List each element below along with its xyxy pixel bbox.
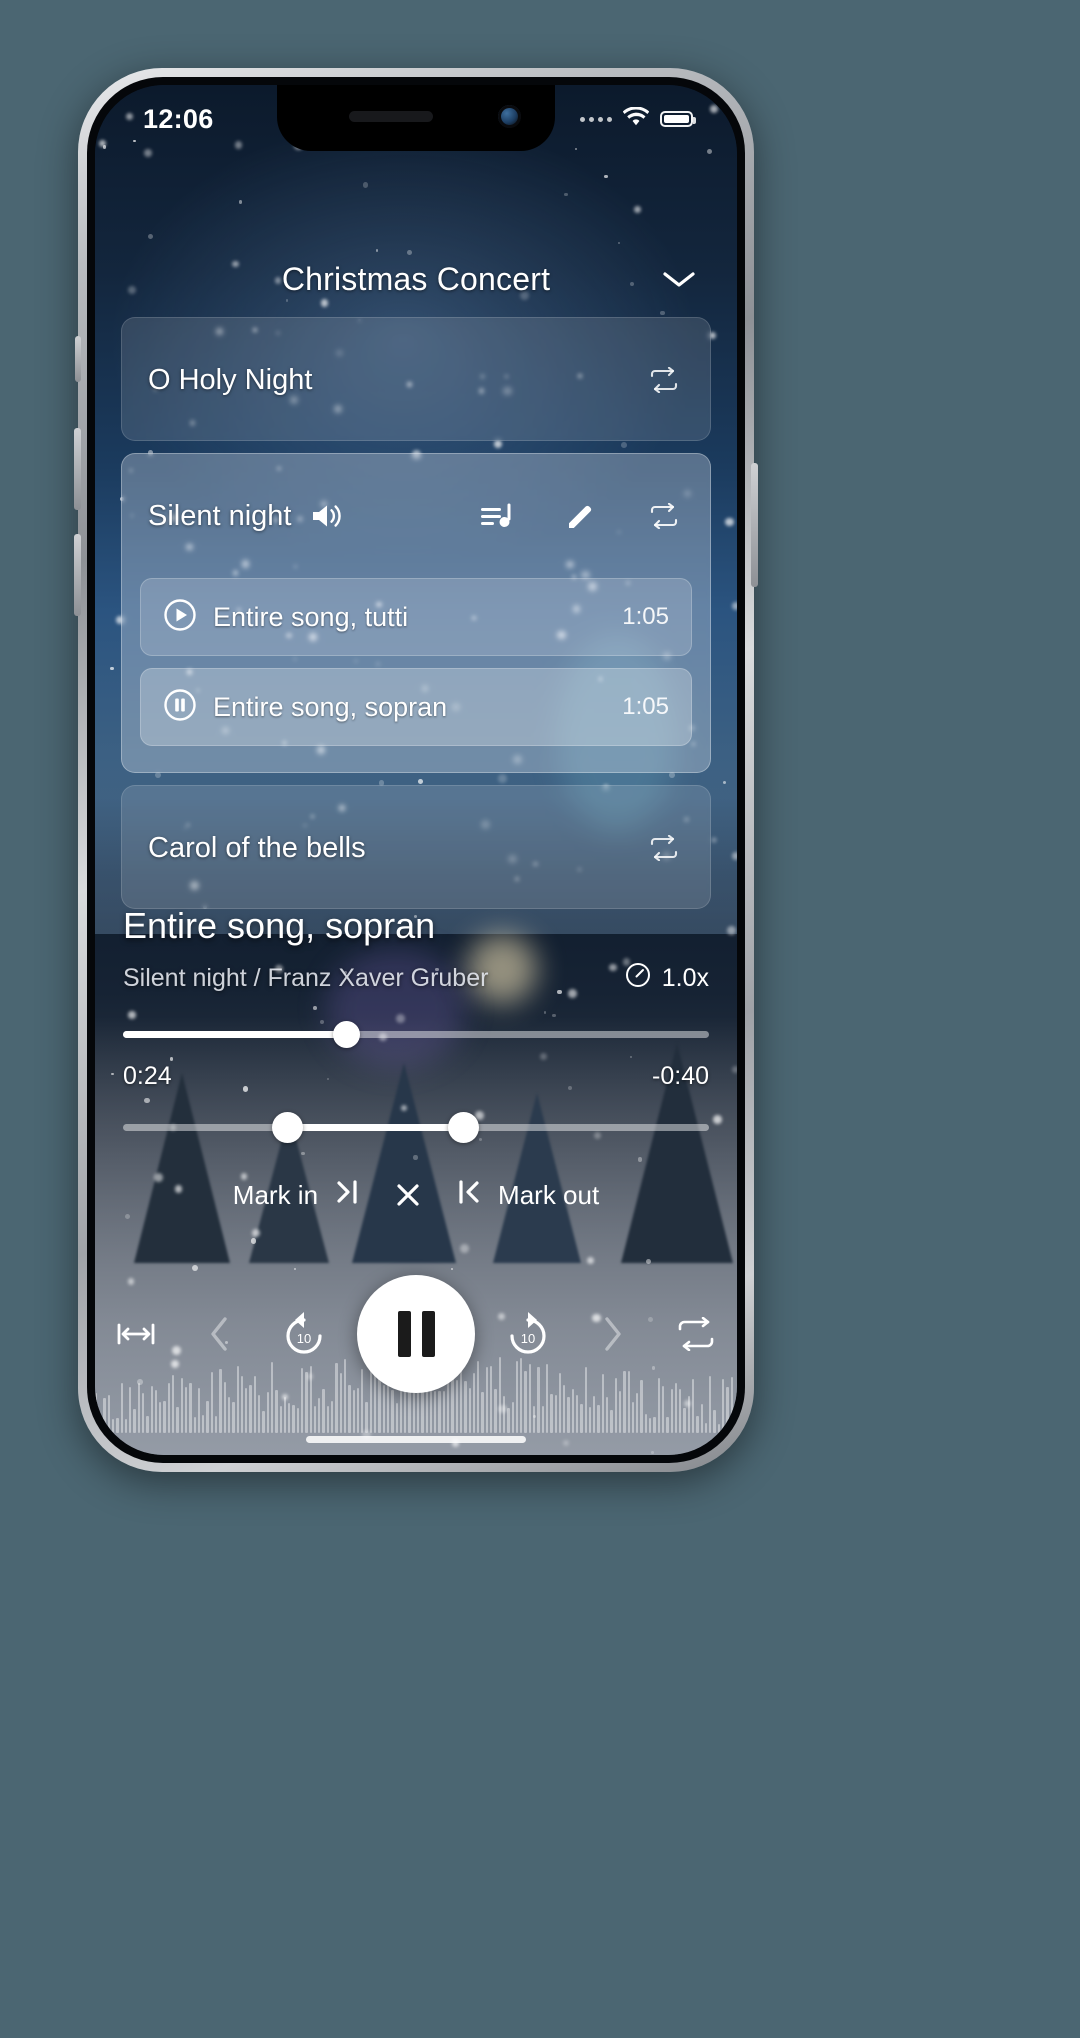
now-playing-meta: Silent night / Franz Xaver Gruber 1.0x <box>123 961 709 996</box>
clear-marks-button[interactable] <box>388 1175 428 1215</box>
pause-icon <box>397 1311 435 1357</box>
song-title: Carol of the bells <box>148 831 366 864</box>
next-track-button[interactable] <box>581 1303 643 1365</box>
track-duration: 1:05 <box>622 693 669 720</box>
range-start-handle[interactable] <box>272 1112 304 1143</box>
cellular-dots-icon <box>580 116 612 122</box>
song-title: Silent night <box>148 499 292 532</box>
track-label: Entire song, tutti <box>213 601 409 632</box>
seek-handle[interactable] <box>332 1021 360 1048</box>
mark-out-icon <box>454 1178 484 1213</box>
status-indicators <box>580 106 696 131</box>
now-playing-title: Entire song, sopran <box>123 905 436 946</box>
song-actions <box>476 496 684 536</box>
volume-down-button[interactable] <box>74 534 81 616</box>
phone-bezel: 12:06 Christmas Concert O Holy Night Sil… <box>87 77 745 1463</box>
wifi-icon <box>622 106 650 131</box>
remaining-time: -0:40 <box>652 1062 709 1090</box>
song-header[interactable]: Silent night <box>122 454 710 578</box>
mark-out-label: Mark out <box>498 1179 600 1210</box>
song-actions <box>644 360 684 400</box>
song-card-o-holy-night[interactable]: O Holy Night <box>121 317 711 441</box>
mark-in-icon <box>332 1178 362 1213</box>
speedometer-icon <box>624 961 652 996</box>
phone-screen: 12:06 Christmas Concert O Holy Night Sil… <box>95 85 737 1455</box>
forward-10-icon[interactable]: 10 <box>497 1303 559 1365</box>
fit-to-range-icon[interactable] <box>105 1303 167 1365</box>
mark-in-label: Mark in <box>232 1179 319 1210</box>
play-pause-button[interactable] <box>357 1275 475 1393</box>
volume-up-button[interactable] <box>74 428 81 510</box>
repeat-icon[interactable] <box>644 360 684 400</box>
track-label: Entire song, sopran <box>213 691 448 722</box>
track-row[interactable]: Entire song, sopran 1:05 <box>140 668 692 746</box>
replay-10-icon[interactable]: 10 <box>273 1303 335 1365</box>
pause-circle-icon[interactable] <box>163 688 197 727</box>
repeat-icon[interactable] <box>644 496 684 536</box>
earpiece-speaker <box>349 111 433 122</box>
phone-frame: 12:06 Christmas Concert O Holy Night Sil… <box>74 68 758 1472</box>
mark-out-button[interactable]: Mark out <box>454 1178 599 1213</box>
playback-speed-button[interactable]: 1.0x <box>624 961 709 996</box>
elapsed-time: 0:24 <box>123 1062 172 1090</box>
range-end-handle[interactable] <box>447 1112 479 1143</box>
trim-range-slider[interactable] <box>123 1111 709 1145</box>
app-content: Christmas Concert O Holy Night Silent ni… <box>95 85 737 1455</box>
front-camera <box>498 105 521 128</box>
home-indicator[interactable] <box>306 1436 526 1443</box>
power-button[interactable] <box>751 463 758 587</box>
track-row[interactable]: Entire song, tutti 1:05 <box>140 578 692 656</box>
song-header[interactable]: O Holy Night <box>122 318 710 442</box>
time-row: 0:24 -0:40 <box>123 1062 709 1091</box>
pencil-icon[interactable] <box>560 496 600 536</box>
page-title: Christmas Concert <box>281 260 551 297</box>
song-actions <box>644 828 684 868</box>
battery-full-icon <box>660 111 696 127</box>
playback-speed-label: 1.0x <box>661 964 709 992</box>
mark-in-button[interactable]: Mark in <box>233 1178 362 1213</box>
app-header: Christmas Concert <box>95 251 737 307</box>
chevron-down-icon[interactable] <box>655 255 703 303</box>
song-card-carol-of-the-bells[interactable]: Carol of the bells <box>121 785 711 909</box>
playlist-music-icon[interactable] <box>476 496 516 536</box>
repeat-icon[interactable] <box>665 1303 727 1365</box>
mark-controls: Mark in Mark out <box>123 1175 709 1215</box>
song-header[interactable]: Carol of the bells <box>122 786 710 910</box>
song-card-silent-night[interactable]: Silent night Entire song, tutti 1:05 Ent… <box>121 453 711 773</box>
player-panel: Entire song, sopran Silent night / Franz… <box>95 895 737 1455</box>
screenshot-root: 12:06 Christmas Concert O Holy Night Sil… <box>0 0 1080 2038</box>
mute-switch[interactable] <box>75 336 81 382</box>
status-time: 12:06 <box>143 104 214 134</box>
now-playing-subtitle: Silent night / Franz Xaver Gruber <box>123 964 489 992</box>
track-duration: 1:05 <box>622 603 669 630</box>
song-list: O Holy Night Silent night Entire song, t… <box>121 317 711 921</box>
previous-track-button[interactable] <box>189 1303 251 1365</box>
speaker-on-icon[interactable] <box>310 501 344 531</box>
song-title: O Holy Night <box>148 363 313 396</box>
svg-text:10: 10 <box>297 1331 311 1346</box>
svg-text:10: 10 <box>521 1331 535 1346</box>
play-circle-icon[interactable] <box>163 598 197 637</box>
transport-controls: 10 10 <box>105 1275 727 1393</box>
repeat-icon[interactable] <box>644 828 684 868</box>
seek-fill <box>123 1031 346 1038</box>
seek-slider[interactable] <box>123 1021 709 1048</box>
range-selection <box>287 1124 463 1131</box>
device-notch <box>277 85 555 151</box>
